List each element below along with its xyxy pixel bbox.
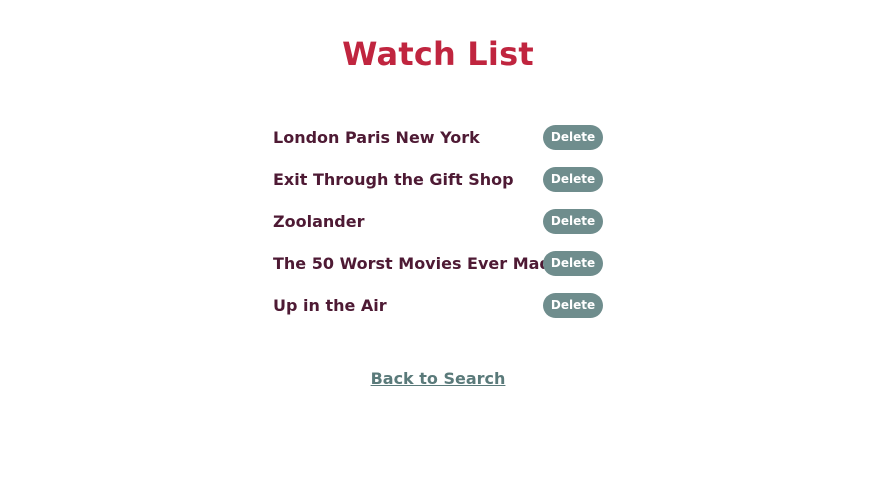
- back-to-search-link[interactable]: Back to Search: [371, 369, 506, 388]
- list-item: London Paris New York Delete: [273, 124, 613, 166]
- watch-list: London Paris New York Delete Exit Throug…: [273, 124, 613, 334]
- movie-title: London Paris New York: [273, 128, 480, 147]
- movie-title: Exit Through the Gift Shop: [273, 170, 514, 189]
- delete-button[interactable]: Delete: [543, 293, 603, 318]
- movie-title: The 50 Worst Movies Ever Made: [273, 254, 562, 273]
- list-item: Exit Through the Gift Shop Delete: [273, 166, 613, 208]
- back-link-container: Back to Search: [0, 369, 876, 389]
- delete-button[interactable]: Delete: [543, 209, 603, 234]
- list-item: Up in the Air Delete: [273, 292, 613, 334]
- page-title: Watch List: [342, 35, 534, 73]
- movie-title: Up in the Air: [273, 296, 387, 315]
- delete-button[interactable]: Delete: [543, 125, 603, 150]
- movie-title: Zoolander: [273, 212, 365, 231]
- list-item: Zoolander Delete: [273, 208, 613, 250]
- delete-button[interactable]: Delete: [543, 251, 603, 276]
- list-item: The 50 Worst Movies Ever Made Delete: [273, 250, 613, 292]
- watch-list-page: Watch List London Paris New York Delete …: [0, 0, 892, 492]
- delete-button[interactable]: Delete: [543, 167, 603, 192]
